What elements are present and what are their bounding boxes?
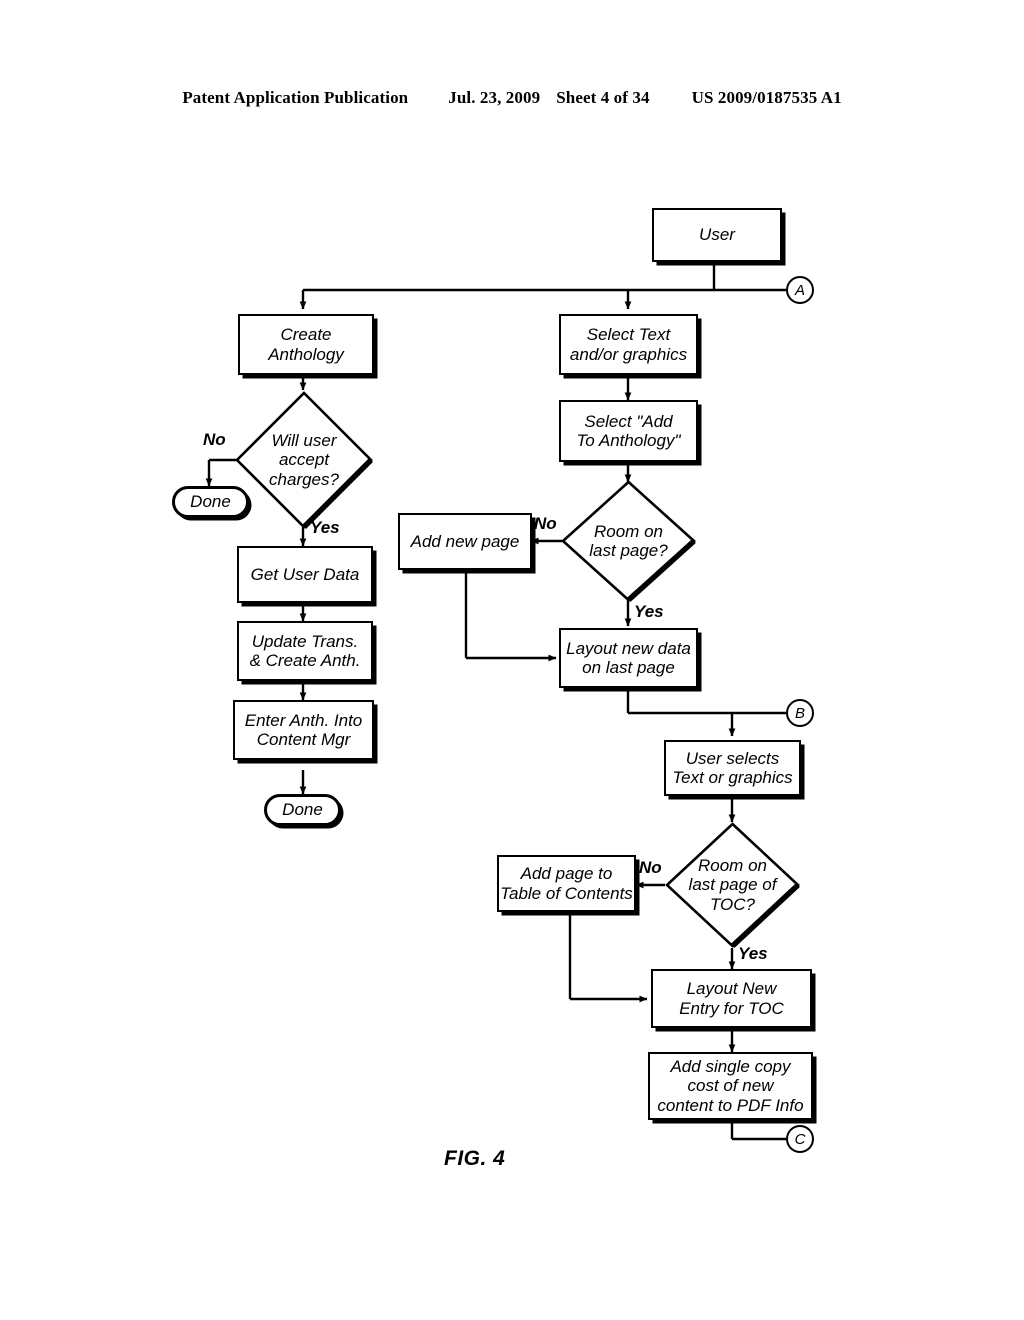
node-get-user-data-label: Get User Data [250,564,360,584]
node-update-trans-label: Update Trans. & Create Anth. [249,631,361,670]
node-create-anthology-label: Create Anthology [268,325,344,364]
node-will-user-accept-label: Will user accept charges? [269,431,339,489]
node-user-selects: User selects Text or graphics [664,740,801,796]
edge-label-no-room-page: No [534,514,557,533]
edge-label-yes-room-page: Yes [634,602,664,621]
node-create-anthology: Create Anthology [238,314,374,375]
node-user-label: User [699,225,735,245]
node-layout-new-data: Layout new data on last page [559,628,698,688]
node-layout-new-data-label: Layout new data on last page [566,638,691,677]
node-add-page-to-toc-label: Add page to Table of Contents [500,864,633,903]
node-done-bottom-label: Done [282,800,323,820]
edge-label-yes-room-toc: Yes [738,944,768,963]
patent-figure-page: Patent Application Publication Jul. 23, 2… [0,0,1024,1320]
flowchart-connectors [205,262,786,1141]
node-get-user-data: Get User Data [237,546,373,603]
node-room-last-page: Room on last page? [559,478,698,604]
node-select-add-to-anthology: Select "Add To Anthology" [559,400,698,462]
node-user: User [652,208,782,262]
node-will-user-accept: Will user accept charges? [233,389,375,531]
node-add-new-page: Add new page [398,513,532,570]
connector-c-label: C [794,1130,806,1148]
node-add-single-copy-cost-label: Add single copy cost of new content to PDF… [657,1056,804,1115]
node-enter-anth: Enter Anth. Into Content Mgr [233,700,374,760]
node-add-single-copy-cost: Add single copy cost of new content to PDF… [648,1052,813,1120]
node-select-text: Select Text and/or graphics [559,314,698,375]
node-room-last-page-toc: Room on last page of TOC? [663,820,802,950]
node-layout-new-entry-toc-label: Layout New Entry for TOC [679,979,784,1018]
node-add-page-to-toc: Add page to Table of Contents [497,855,636,912]
connector-b-label: B [794,704,805,722]
connector-a: A [786,276,814,304]
node-select-add-to-anthology-label: Select "Add To Anthology" [576,411,681,450]
node-select-text-label: Select Text and/or graphics [569,325,688,364]
edge-label-no-charges: No [203,430,226,449]
node-done-left-label: Done [190,492,231,512]
connector-b: B [786,699,814,727]
node-done-bottom: Done [264,794,341,826]
node-enter-anth-label: Enter Anth. Into Content Mgr [244,710,363,749]
node-user-selects-label: User selects Text or graphics [672,748,793,787]
node-done-left: Done [172,486,249,518]
connector-c: C [786,1125,814,1153]
flowchart: User A Create Anthology Will user accept ch… [0,0,1024,1320]
edge-label-yes-charges: Yes [310,518,340,537]
figure-caption: FIG. 4 [444,1147,506,1170]
node-add-new-page-label: Add new page [410,531,520,551]
node-layout-new-entry-toc: Layout New Entry for TOC [651,969,812,1028]
node-room-last-page-toc-label: Room on last page of TOC? [688,856,777,914]
node-update-trans: Update Trans. & Create Anth. [237,621,373,681]
connector-a-label: A [794,281,805,299]
node-room-last-page-label: Room on last page? [589,521,668,560]
edge-label-no-room-toc: No [639,858,662,877]
